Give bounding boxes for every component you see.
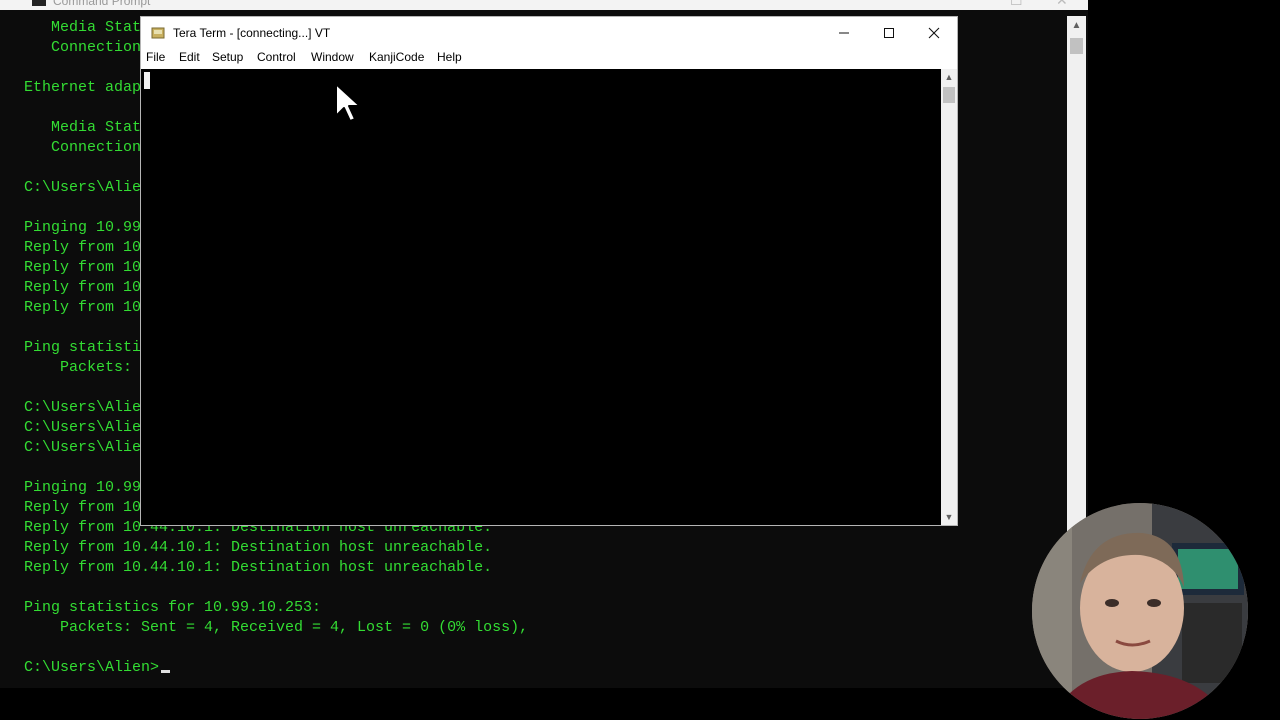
scroll-down-arrow-icon[interactable]: ▼ <box>941 509 957 525</box>
scrollbar-thumb[interactable] <box>943 87 955 103</box>
cmd-window-title: Command Prompt <box>53 0 151 8</box>
cmd-output-line <box>24 578 1064 598</box>
maximize-button[interactable] <box>866 17 912 49</box>
teraterm-app-icon <box>151 27 165 39</box>
close-button[interactable] <box>911 17 957 49</box>
menu-edit[interactable]: Edit <box>179 50 200 64</box>
presenter-video-image <box>1032 503 1248 719</box>
scroll-up-arrow-icon[interactable]: ▲ <box>1067 18 1086 34</box>
teraterm-window-title: Tera Term - [connecting...] VT <box>173 26 331 40</box>
menu-control[interactable]: Control <box>257 50 296 64</box>
scrollbar-thumb[interactable] <box>1070 38 1083 54</box>
close-icon[interactable]: ✕ <box>1056 0 1068 9</box>
teraterm-title-bar[interactable]: Tera Term - [connecting...] VT <box>141 17 957 49</box>
teraterm-vertical-scrollbar[interactable]: ▲ ▼ <box>941 69 957 525</box>
close-icon <box>928 27 940 39</box>
maximize-icon[interactable]: ☐ <box>1010 0 1023 9</box>
menu-window[interactable]: Window <box>311 50 354 64</box>
minimize-icon <box>839 32 849 34</box>
cmd-output-line: Ping statistics for 10.99.10.253: <box>24 599 322 616</box>
cmd-title-bar[interactable]: Command Prompt ☐ ✕ <box>0 0 1088 10</box>
maximize-icon <box>884 28 894 39</box>
cmd-output-line: Reply from 10.44.10.1: Destination host … <box>24 559 493 576</box>
teraterm-window[interactable]: Tera Term - [connecting...] VT File Edit… <box>140 16 958 526</box>
cmd-prompt-line[interactable]: C:\Users\Alien> <box>24 658 1064 678</box>
teraterm-menu-bar: File Edit Setup Control Window KanjiCode… <box>141 49 957 69</box>
cmd-app-icon <box>32 0 46 6</box>
cmd-output-line: Packets: Sent = 4, Received = 4, Lost = … <box>24 619 529 636</box>
menu-help[interactable]: Help <box>437 50 462 64</box>
minimize-button[interactable] <box>821 17 867 49</box>
menu-setup[interactable]: Setup <box>212 50 243 64</box>
terminal-cursor <box>144 72 150 89</box>
menu-kanjicode[interactable]: KanjiCode <box>369 50 424 64</box>
cmd-output-line <box>24 638 1064 658</box>
teraterm-terminal-area[interactable] <box>141 69 941 525</box>
mouse-pointer-icon <box>335 83 361 122</box>
cmd-prompt: C:\Users\Alien> <box>24 659 160 676</box>
scroll-up-arrow-icon[interactable]: ▲ <box>941 69 957 85</box>
menu-file[interactable]: File <box>146 50 165 64</box>
cmd-output-line: Reply from 10.44.10.1: Destination host … <box>24 539 493 556</box>
cmd-cursor <box>161 670 171 673</box>
webcam-overlay <box>1032 503 1248 719</box>
